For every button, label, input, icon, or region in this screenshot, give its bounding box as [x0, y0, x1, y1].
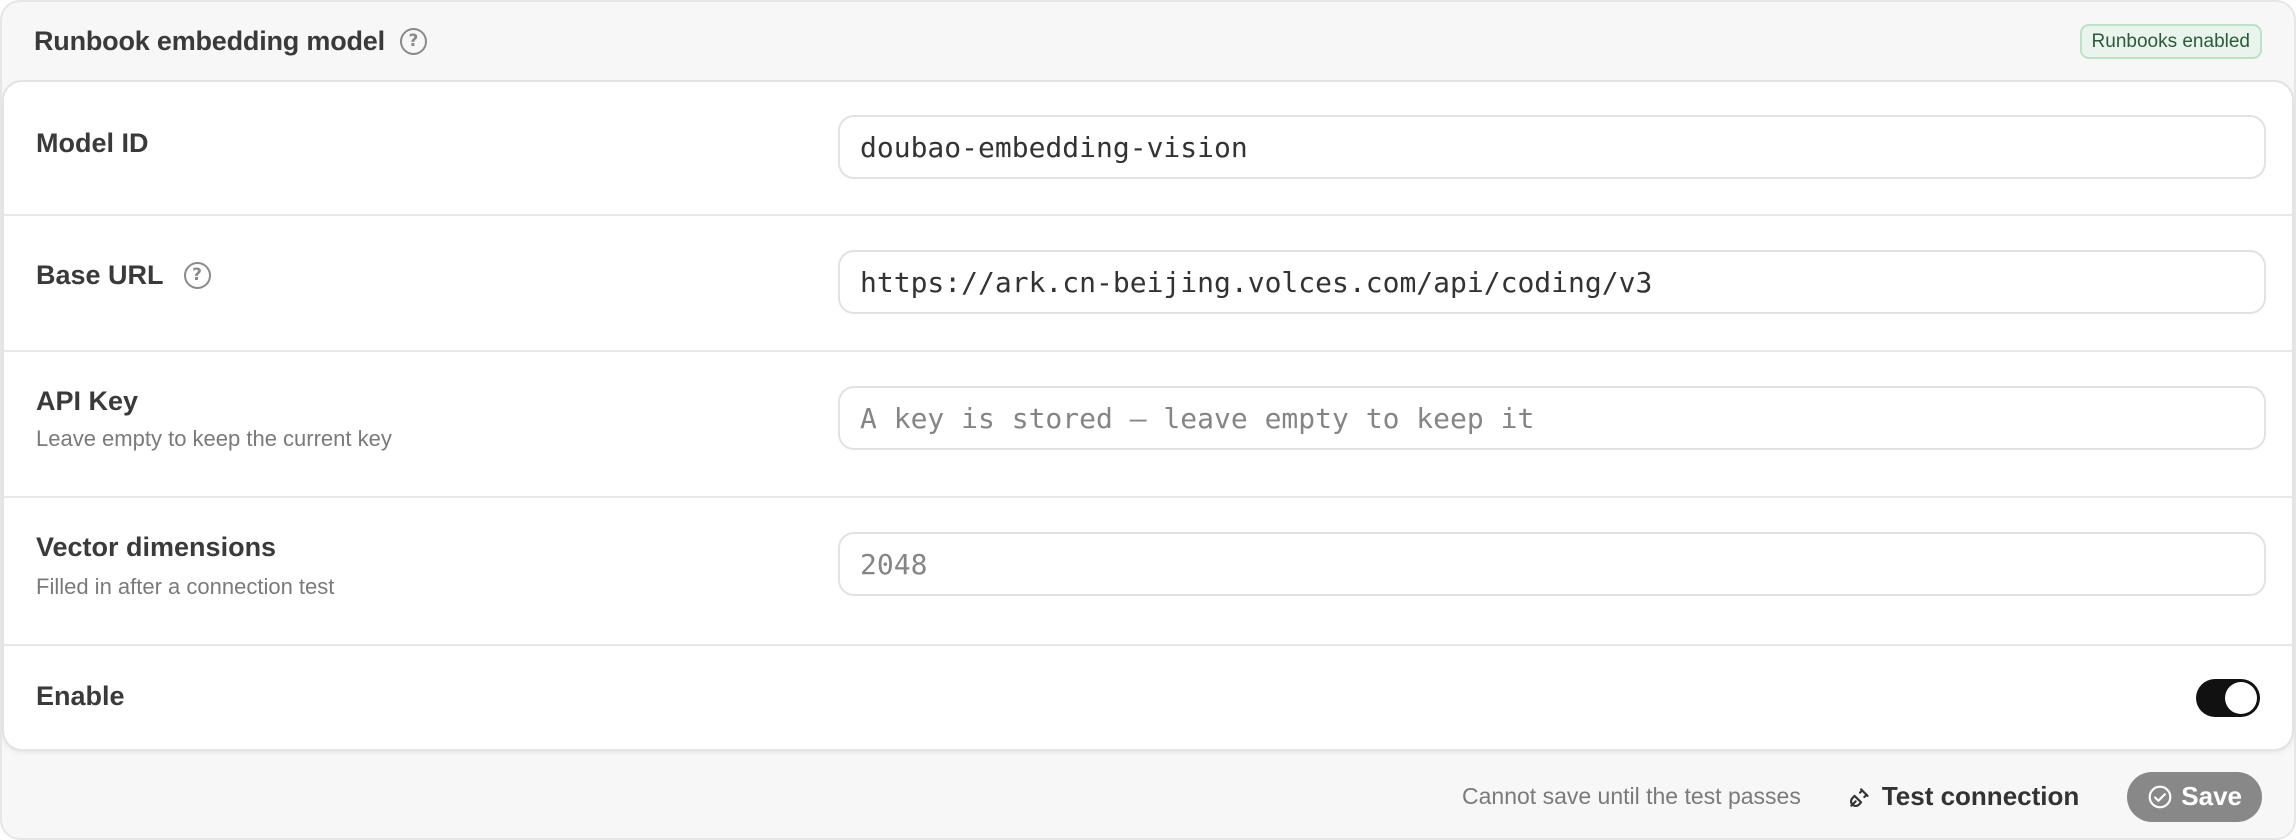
row-base-url: Base URL ? — [4, 216, 2292, 352]
base-url-label-group: Base URL ? — [36, 260, 211, 291]
card-title: Runbook embedding model — [34, 25, 385, 56]
save-button[interactable]: Save — [2127, 771, 2262, 822]
test-connection-label: Test connection — [1881, 781, 2080, 811]
card-header: Runbook embedding model ? Runbooks enabl… — [2, 2, 2294, 80]
row-vector-dimensions: Vector dimensions Filled in after a conn… — [4, 498, 2292, 646]
enable-toggle[interactable] — [2196, 679, 2260, 717]
vector-dimensions-hint: Filled in after a connection test — [36, 574, 335, 599]
base-url-input[interactable] — [838, 250, 2266, 314]
save-hint: Cannot save until the test passes — [1462, 783, 1801, 809]
model-id-input[interactable] — [838, 115, 2266, 179]
row-enable: Enable — [4, 646, 2292, 749]
api-key-input[interactable] — [838, 386, 2266, 450]
check-circle-icon — [2148, 785, 2172, 808]
help-icon[interactable]: ? — [183, 262, 211, 289]
model-id-label: Model ID — [36, 128, 149, 158]
vector-dimensions-label: Vector dimensions — [36, 532, 277, 562]
row-api-key: API Key Leave empty to keep the current … — [4, 352, 2292, 498]
save-label: Save — [2181, 781, 2242, 811]
enable-label: Enable — [36, 681, 125, 711]
api-key-label: API Key — [36, 386, 139, 416]
test-connection-button[interactable]: Test connection — [1847, 781, 2079, 812]
help-icon[interactable]: ? — [399, 27, 427, 55]
settings-panel: Model ID Base URL ? API Key Leave empty … — [2, 80, 2294, 751]
embedding-model-card: Runbook embedding model ? Runbooks enabl… — [0, 0, 2296, 840]
api-key-hint: Leave empty to keep the current key — [36, 426, 392, 451]
plug-icon — [1849, 787, 1869, 807]
vector-dimensions-input[interactable] — [838, 532, 2266, 596]
base-url-label: Base URL — [36, 260, 164, 290]
status-badge: Runbooks enabled — [2079, 24, 2262, 59]
card-footer: Cannot save until the test passes Test c… — [2, 751, 2294, 838]
row-model-id: Model ID — [4, 82, 2292, 216]
toggle-knob — [2225, 682, 2257, 714]
